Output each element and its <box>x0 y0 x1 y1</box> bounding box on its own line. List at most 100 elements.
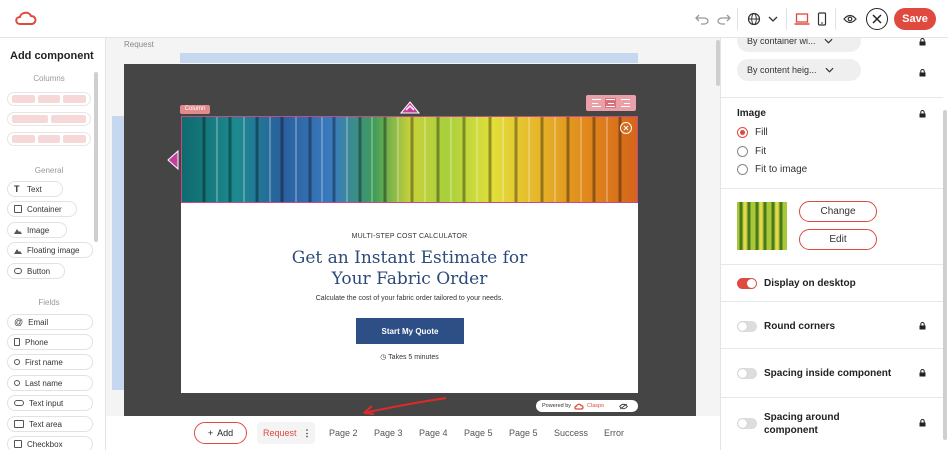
resize-left-handle-icon[interactable] <box>167 150 179 170</box>
chevron-down-icon <box>824 38 833 44</box>
radio-fit[interactable]: Fit <box>737 146 766 157</box>
editor-canvas: Request Column MULTI-STEP COST CALCULATO… <box>106 38 720 416</box>
field-email[interactable]: @ Email <box>7 314 93 330</box>
resize-up-handle-icon[interactable] <box>400 101 420 114</box>
page-tab[interactable]: Page 4 <box>419 428 448 438</box>
component-label: Button <box>27 266 51 276</box>
lock-icon[interactable] <box>919 110 926 118</box>
radio-fit-to-image[interactable]: Fit to image <box>737 164 807 175</box>
toggle-spacing-around[interactable] <box>737 418 757 429</box>
lock-icon[interactable] <box>919 69 926 77</box>
left-scrollbar[interactable] <box>94 72 98 242</box>
column-layout-1[interactable] <box>7 92 91 106</box>
time-note[interactable]: ◷ Takes 5 minutes <box>181 353 638 361</box>
mobile-view-icon[interactable] <box>812 9 832 29</box>
page-tab[interactable]: Success <box>554 428 588 438</box>
chevron-down-icon[interactable] <box>763 9 783 29</box>
alignment-controls[interactable] <box>586 95 636 111</box>
close-popup-icon[interactable] <box>620 122 632 134</box>
lock-icon[interactable] <box>919 369 926 377</box>
component-button[interactable]: Button <box>7 263 65 279</box>
component-floating-image[interactable]: Floating image <box>7 242 93 258</box>
button-icon <box>14 268 22 274</box>
toggle-spacing-inside[interactable] <box>737 368 757 379</box>
clock-icon: ◷ <box>380 354 387 361</box>
field-label: Last name <box>25 378 63 388</box>
hide-badge-icon[interactable] <box>619 403 629 410</box>
plus-icon: + <box>207 428 214 438</box>
align-right-icon[interactable] <box>620 98 631 108</box>
component-text[interactable]: T Text <box>7 181 63 197</box>
right-scrollbar[interactable] <box>943 110 947 440</box>
checkbox-icon <box>14 440 22 448</box>
image-heading: Image <box>737 108 766 119</box>
fabric-banner-image[interactable] <box>181 116 638 203</box>
top-toolbar: Save <box>0 0 948 38</box>
desktop-view-icon[interactable] <box>792 9 812 29</box>
claspo-logo[interactable] <box>14 10 38 31</box>
powered-by-badge[interactable]: Powered by Claspo <box>536 400 638 412</box>
page-tab[interactable]: Page 3 <box>374 428 403 438</box>
edit-image-button[interactable]: Edit <box>799 229 877 250</box>
change-image-button[interactable]: Change <box>799 201 877 222</box>
width-select[interactable]: By container wi... <box>737 38 861 52</box>
add-page-label: Add <box>217 428 234 438</box>
page-tab-request[interactable]: Request ⋮ <box>257 422 315 444</box>
close-editor-button[interactable] <box>866 8 888 30</box>
radio-icon <box>737 164 748 175</box>
field-last-name[interactable]: Last name <box>7 375 93 391</box>
user-icon <box>14 380 20 386</box>
save-button[interactable]: Save <box>894 8 936 30</box>
start-quote-button[interactable]: Start My Quote <box>356 318 464 344</box>
time-note-text: Takes 5 minutes <box>388 354 439 361</box>
component-label: Image <box>27 225 50 235</box>
component-label: Container <box>27 204 62 214</box>
align-center-icon[interactable] <box>605 98 617 108</box>
toggle-round-corners[interactable] <box>737 321 757 332</box>
headline-line-2: Your Fabric Order <box>331 269 488 289</box>
page-tab[interactable]: Error <box>604 428 624 438</box>
redo-icon[interactable] <box>714 9 734 29</box>
field-phone[interactable]: Phone <box>7 334 93 350</box>
selection-outline-left <box>112 116 124 390</box>
field-first-name[interactable]: First name <box>7 354 93 370</box>
field-text-area[interactable]: Text area <box>7 416 93 432</box>
add-page-button[interactable]: + Add <box>194 422 247 444</box>
properties-panel: By container wi... By content heig... Im… <box>720 38 948 450</box>
component-image[interactable]: Image <box>7 222 67 238</box>
field-checkbox[interactable]: Checkbox <box>7 436 93 450</box>
lock-icon[interactable] <box>919 419 926 427</box>
column-layout-2[interactable] <box>7 112 91 126</box>
field-text-input[interactable]: Text input <box>7 395 93 411</box>
column-tag[interactable]: Column <box>180 105 210 114</box>
toggle-display-desktop[interactable] <box>737 278 757 289</box>
page-tab[interactable]: Page 2 <box>329 428 358 438</box>
popup-content-block[interactable]: MULTI-STEP COST CALCULATOR Get an Instan… <box>181 203 638 393</box>
undo-icon[interactable] <box>692 9 712 29</box>
component-container[interactable]: Container <box>7 201 77 217</box>
add-component-panel: Add component Columns General T Text Cont… <box>0 38 106 450</box>
lock-icon[interactable] <box>919 322 926 330</box>
headline-line-1: Get an Instant Estimate for <box>291 248 528 268</box>
eyebrow-text[interactable]: MULTI-STEP COST CALCULATOR <box>181 233 638 240</box>
page-tab[interactable]: Page 5 <box>509 428 538 438</box>
floating-image-icon <box>14 246 22 254</box>
radio-fill[interactable]: Fill <box>737 127 768 138</box>
phone-icon <box>14 338 20 346</box>
component-label: Floating image <box>27 245 80 255</box>
page-tab[interactable]: Page 5 <box>464 428 493 438</box>
width-select-value: By container wi... <box>747 38 816 46</box>
popup-subtitle[interactable]: Calculate the cost of your fabric order … <box>181 295 638 302</box>
more-vertical-icon[interactable]: ⋮ <box>303 428 312 437</box>
field-label: Checkbox <box>27 439 63 449</box>
popup-headline[interactable]: Get an Instant Estimate for Your Fabric … <box>181 248 638 290</box>
height-select[interactable]: By content heig... <box>737 59 861 81</box>
preview-eye-icon[interactable] <box>840 9 860 29</box>
lock-icon[interactable] <box>919 38 926 46</box>
chevron-down-icon <box>825 67 834 73</box>
globe-icon[interactable] <box>744 9 764 29</box>
text-icon: T <box>14 184 20 194</box>
claspo-logo-icon <box>574 403 584 410</box>
align-left-icon[interactable] <box>591 98 602 108</box>
column-layout-3[interactable] <box>7 132 91 146</box>
